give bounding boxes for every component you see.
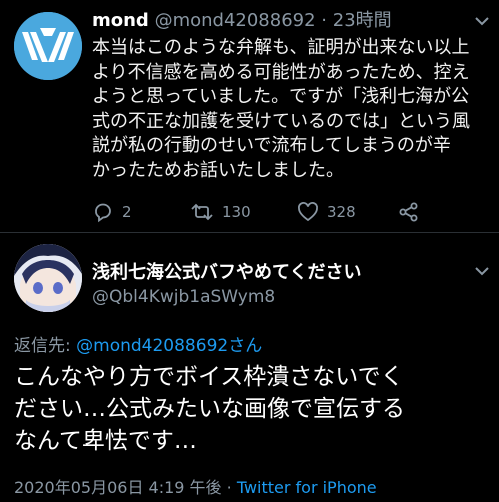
tweet-text: 本当はこのような弁解も、証明が出来ない以上 より不信感を高める可能性があったため… [92,36,490,183]
retweet-icon [191,203,213,221]
like-count: 328 [327,203,356,221]
tweet-footer: 2020年05月06日 4:19 午後 · Twitter for iPhone [14,474,377,498]
retweet-count: 130 [222,203,251,221]
reply-button[interactable]: 2 [92,201,132,223]
tweet-timestamp[interactable]: 2020年05月06日 4:19 午後 · [14,478,237,497]
tweet-line: こんなやり方でボイス枠潰さないでく [14,364,404,390]
tweet-line: ようと思っていました。ですが「浅利七海が公 [92,86,470,107]
tweet-line: かったためお話いたしました。 [92,159,344,181]
tweet-line: より不信感を高める可能性があったため、控え [92,61,470,83]
user-handle[interactable]: @Qbl4Kwjb1aSWym8 [92,287,275,307]
user-handle[interactable]: @mond42088692 [155,10,316,31]
chevron-down-icon[interactable] [473,262,491,280]
tweet-line: なんて卑怯です… [14,428,197,454]
reply-label: 返信先: [14,336,77,356]
anime-avatar-icon [14,244,82,312]
divider [0,232,499,233]
share-icon [399,202,418,222]
avatar[interactable] [14,12,82,80]
reply-count: 2 [122,203,132,221]
tweet-header: mond @mond42088692 · 23時間 [92,10,392,32]
like-button[interactable]: 328 [297,201,356,223]
tweet-source-link[interactable]: Twitter for iPhone [237,478,377,497]
avatar[interactable] [14,244,82,312]
tweet-original: mond @mond42088692 · 23時間 本当はこのような弁解も、証明… [0,0,499,232]
tweet-time[interactable]: 23時間 [333,10,392,31]
separator: · [321,10,328,31]
tweet-line: 説が私の行動のせいで流布してしまうのが辛 [92,135,451,156]
display-name[interactable]: 浅利七海公式バフやめてください [92,258,361,284]
avatar-logo-icon [14,12,82,80]
like-icon [298,202,318,222]
tweet-text: こんなやり方でボイス枠潰さないでく ださい…公式みたいな画像で宣伝する なんて卑… [14,361,494,457]
chevron-down-icon[interactable] [473,12,491,30]
display-name[interactable]: mond [92,10,149,31]
reply-context: 返信先: @mond42088692さん [14,331,262,356]
tweet-line: 本当はこのような弁解も、証明が出来ない以上 [92,37,470,58]
tweet-line: ださい…公式みたいな画像で宣伝する [14,396,405,422]
share-button[interactable] [398,201,428,223]
reply-icon [95,203,111,223]
retweet-button[interactable]: 130 [190,201,251,223]
reply-mention-link[interactable]: @mond42088692さん [76,336,262,356]
tweet-actions: 2 130 328 [92,201,492,225]
tweet-line: 式の不正な加護を受けているのでは」という風 [92,110,470,132]
